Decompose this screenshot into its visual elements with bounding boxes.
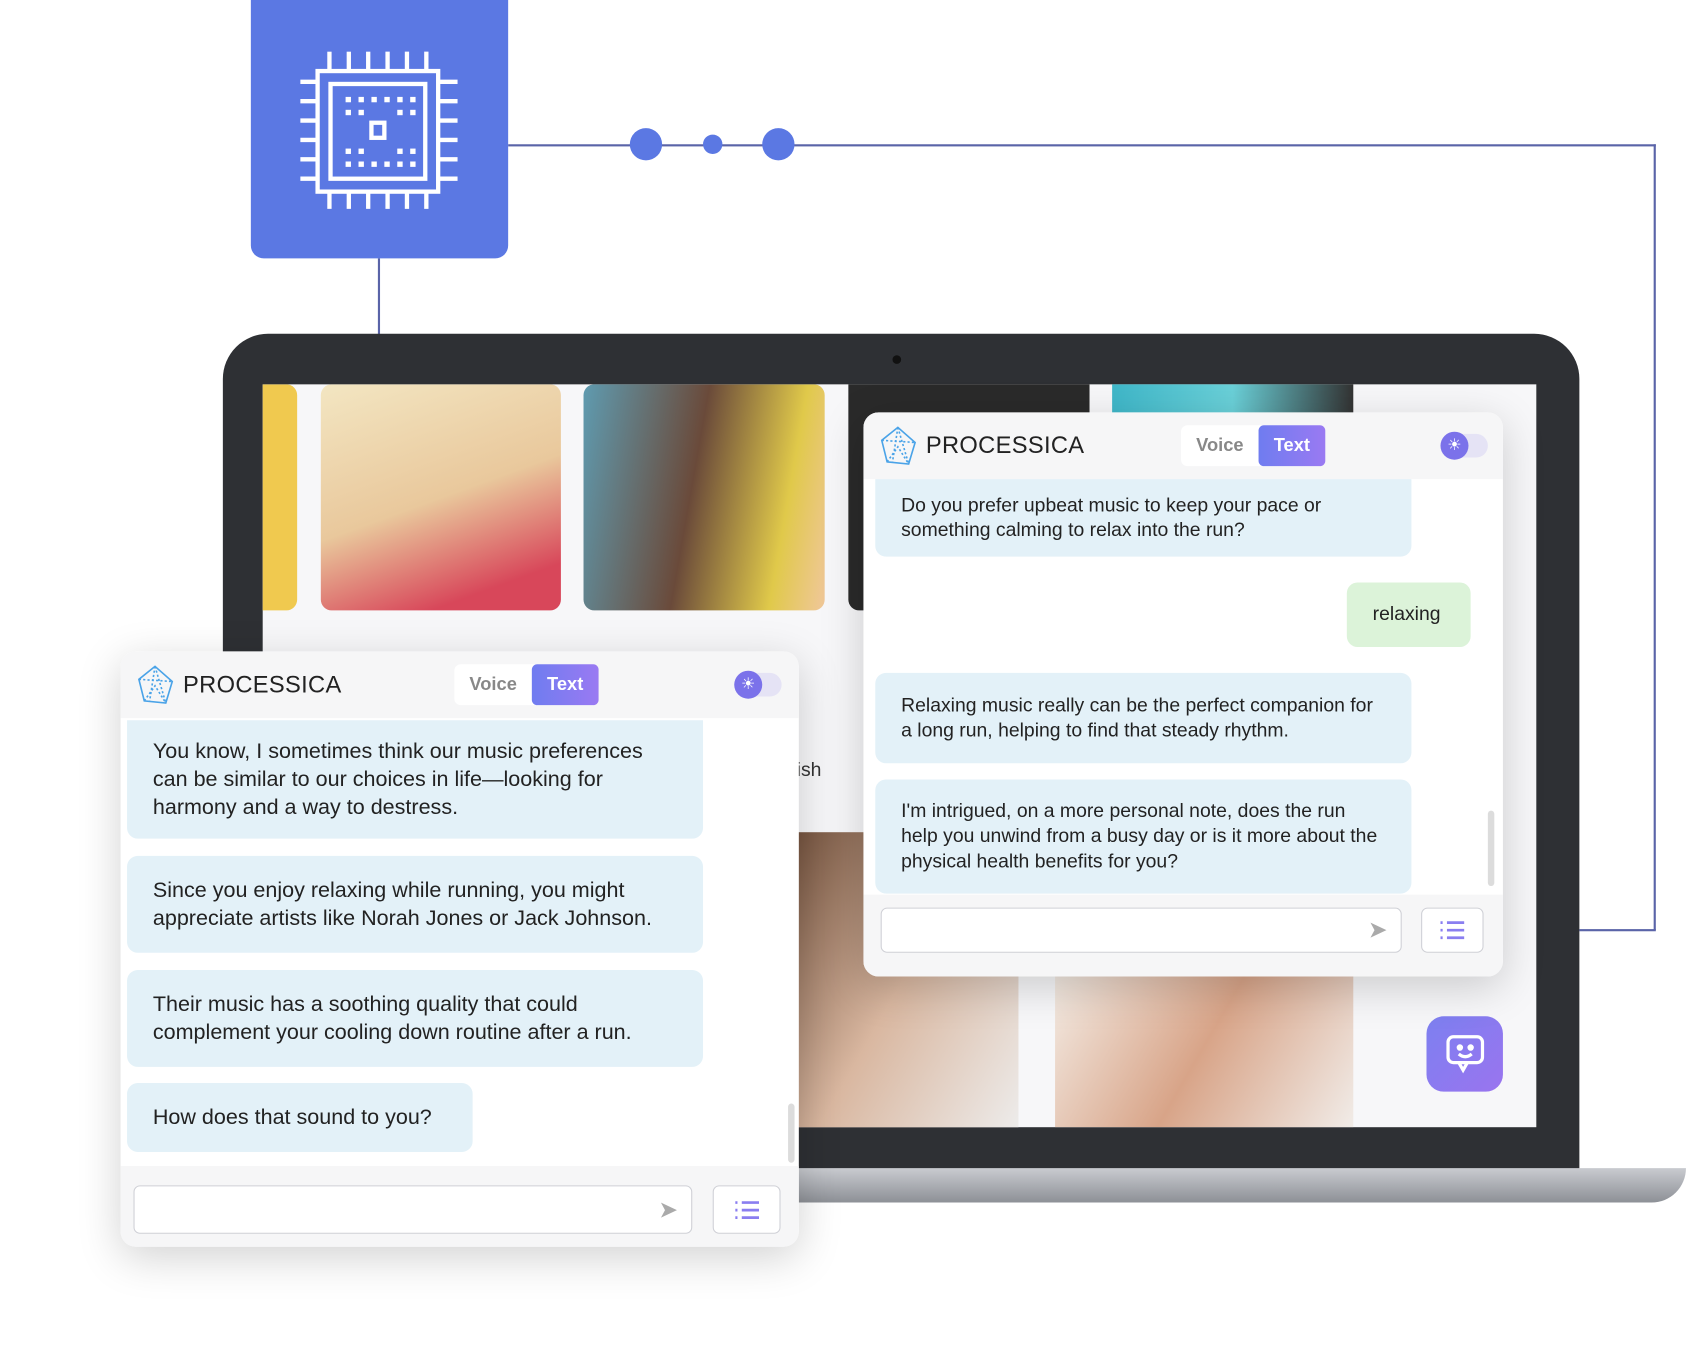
mode-switch: Voice Text [1181,425,1326,467]
chat-launcher-button[interactable] [1426,1016,1503,1092]
bot-message: You know, I sometimes think our music pr… [127,720,704,839]
brand-name: PROCESSICA [925,431,1085,459]
mode-text-button[interactable]: Text [531,664,599,706]
menu-button[interactable] [1421,907,1484,953]
cpu-chip-icon-tile [250,0,509,259]
mode-voice-button[interactable]: Voice [1181,425,1259,466]
chat-panel-right: PROCESSICA Voice Text ☀ Do you prefer up… [863,412,1503,977]
cpu-chip-icon [300,51,458,209]
sun-icon: ☀ [734,670,763,699]
chat-footer: ➤ [863,894,1503,977]
bot-message: Since you enjoy relaxing while running, … [127,855,704,953]
bot-message: How does that sound to you? [127,1083,473,1152]
brand-name: PROCESSICA [183,670,342,698]
bot-message: Relaxing music really can be the perfect… [875,672,1412,764]
connector-line [508,144,1656,146]
send-arrow-icon[interactable]: ➤ [658,1196,678,1224]
connector-line [377,258,380,336]
menu-button[interactable] [712,1185,781,1234]
message-input[interactable]: ➤ [880,907,1402,953]
photo-man-headphones [1055,965,1354,1128]
theme-toggle[interactable]: ☀ [734,670,782,699]
photo-woman-headphones [583,384,825,611]
background-text: ish [796,759,822,781]
user-message: relaxing [1346,582,1471,648]
connector-dot [703,134,723,154]
connector-dot [762,128,795,161]
bot-message: Their music has a soothing quality that … [127,970,704,1067]
mode-text-button[interactable]: Text [1258,425,1326,467]
photo-woman-headphones [320,384,561,611]
bot-message: Do you prefer upbeat music to keep your … [875,479,1412,557]
send-arrow-icon[interactable]: ➤ [1368,916,1388,944]
chat-footer: ➤ [120,1165,799,1247]
message-input[interactable]: ➤ [133,1185,693,1234]
camera [892,355,902,364]
theme-toggle[interactable]: ☀ [1440,431,1488,460]
scrollbar[interactable] [788,1103,795,1163]
polyhedron-logo-icon [880,426,917,465]
laptop-base [742,1168,1686,1203]
list-icon [1440,921,1465,940]
mode-switch: Voice Text [454,664,599,706]
chat-panel-left: PROCESSICA Voice Text ☀ You know, I some… [120,651,799,1247]
mode-voice-button[interactable]: Voice [454,664,532,705]
chat-header: PROCESSICA Voice Text ☀ [863,412,1503,480]
sun-icon: ☀ [1440,431,1469,460]
connector-line [1653,144,1656,931]
list-icon [734,1200,759,1219]
photo-tile [262,384,298,611]
connector-line [1579,929,1656,931]
scrollbar[interactable] [1487,810,1495,887]
connector-dot [629,128,663,161]
chat-header: PROCESSICA Voice Text ☀ [120,651,799,719]
bot-message: I'm intrigued, on a more personal note, … [875,779,1412,894]
polyhedron-logo-icon [137,665,174,704]
chat-face-icon [1445,1035,1484,1074]
